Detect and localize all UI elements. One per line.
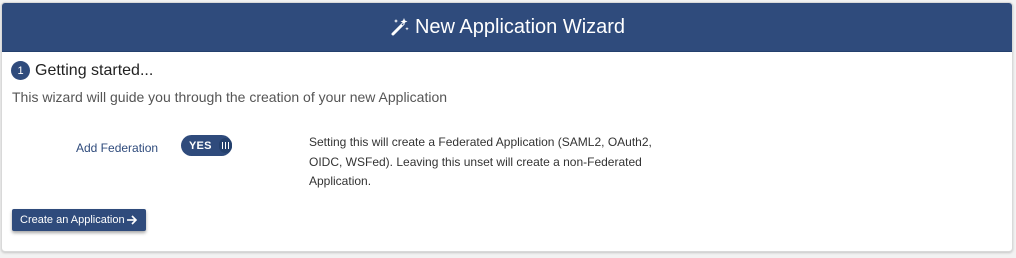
intro-text: This wizard will guide you through the c… xyxy=(12,89,448,105)
toggle-grip-icon xyxy=(218,138,232,153)
wizard-panel: New Application Wizard 1 Getting started… xyxy=(1,2,1013,252)
arrow-right-icon xyxy=(126,214,138,226)
create-application-button[interactable]: Create an Application xyxy=(12,209,146,231)
step-heading: 1 Getting started... xyxy=(11,61,153,80)
wizard-title: New Application Wizard xyxy=(414,15,626,38)
create-application-label: Create an Application xyxy=(20,214,125,226)
magic-wand-icon xyxy=(389,16,411,38)
step-title: Getting started... xyxy=(35,61,154,79)
toggle-value: YES xyxy=(189,139,212,152)
step-number-badge: 1 xyxy=(11,61,30,80)
add-federation-label: Add Federation xyxy=(76,141,159,155)
wizard-header: New Application Wizard xyxy=(2,3,1012,52)
add-federation-toggle[interactable]: YES xyxy=(181,135,232,156)
federation-help-text: Setting this will create a Federated App… xyxy=(309,135,652,188)
